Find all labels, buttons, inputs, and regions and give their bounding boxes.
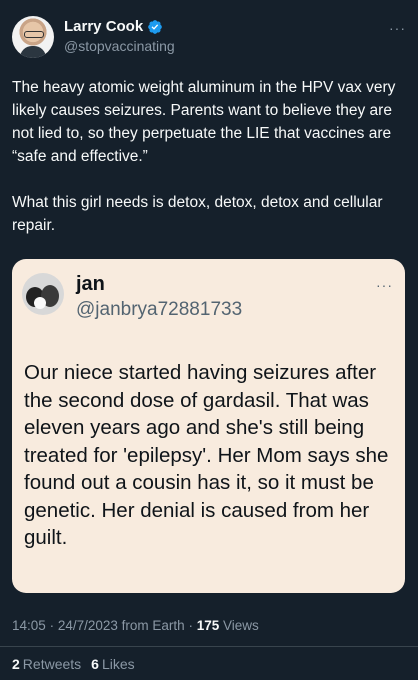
likes-link[interactable]: 6 Likes xyxy=(91,656,134,672)
quoted-tweet-card[interactable]: jan @janbrya72881733 ··· Our niece start… xyxy=(12,259,405,593)
author-avatar[interactable] xyxy=(12,16,54,58)
author-display-name[interactable]: Larry Cook xyxy=(64,18,143,35)
tweet-meta: 14:05 · 24/7/2023 from Earth · 175 Views xyxy=(12,618,259,633)
views-count: 175 xyxy=(196,618,220,633)
views-label: Views xyxy=(223,618,259,633)
retweets-label: Retweets xyxy=(22,656,82,672)
meta-separator: · xyxy=(49,618,55,633)
avatar-shirt xyxy=(20,46,46,58)
meta-separator: · xyxy=(188,618,193,633)
quoted-author-handle[interactable]: @janbrya72881733 xyxy=(76,299,242,321)
quoted-author-name[interactable]: jan xyxy=(76,273,105,296)
quoted-more-options-icon[interactable]: ··· xyxy=(376,277,393,293)
retweets-link[interactable]: 2 Retweets xyxy=(12,656,81,672)
tweet-source: from Earth xyxy=(121,618,185,633)
tweet-header: Larry Cook @stopvaccinating ··· xyxy=(12,12,406,62)
avatar-glasses xyxy=(24,31,44,38)
engagement-stats: 2 Retweets 6 Likes xyxy=(12,656,135,672)
verified-badge-icon xyxy=(148,19,163,34)
avatar-cat-shape xyxy=(34,297,46,309)
likes-count: 6 xyxy=(91,656,99,672)
likes-label: Likes xyxy=(101,656,135,672)
divider xyxy=(0,646,418,647)
retweets-count: 2 xyxy=(12,656,20,672)
more-options-icon[interactable]: ··· xyxy=(389,20,406,36)
quoted-author-avatar[interactable] xyxy=(22,273,64,315)
tweet-date[interactable]: 24/7/2023 xyxy=(58,618,118,633)
tweet-time[interactable]: 14:05 xyxy=(12,618,46,633)
author-name-row: Larry Cook xyxy=(64,18,163,35)
quoted-tweet-text: Our niece started having seizures after … xyxy=(24,361,395,549)
author-handle[interactable]: @stopvaccinating xyxy=(64,38,175,54)
tweet-text: The heavy atomic weight aluminum in the … xyxy=(12,79,396,234)
